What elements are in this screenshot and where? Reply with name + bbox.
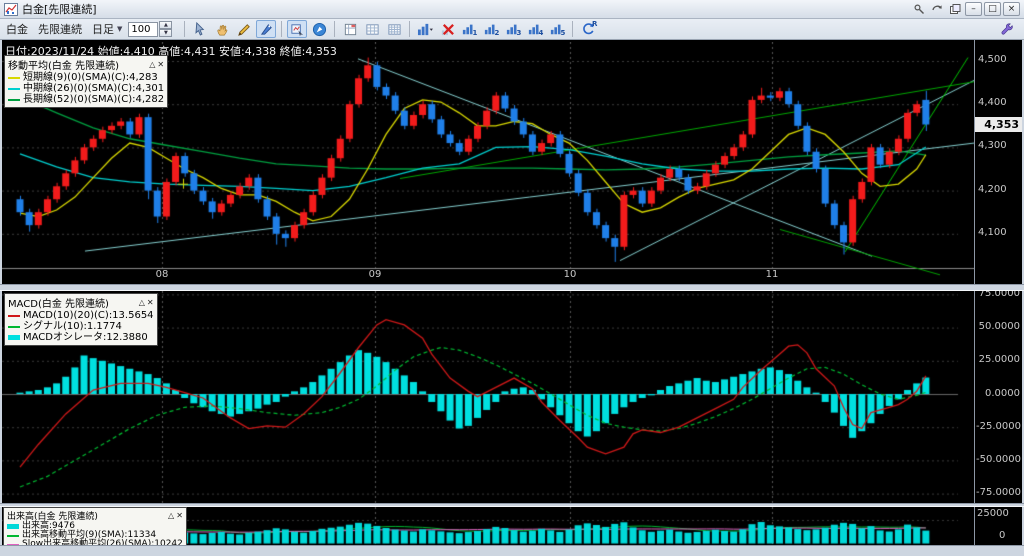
pointer-tool-button[interactable] (190, 20, 210, 38)
y-axis-label: 50.0000 (978, 321, 1020, 332)
legend-item: シグナル(10):1.1774 (8, 321, 154, 332)
window-frame-bottom (0, 545, 1024, 556)
pencil-tool-button[interactable] (234, 20, 254, 38)
refresh-button[interactable]: R (578, 20, 598, 38)
axis-separator (974, 40, 975, 545)
y-axis-label: 4,500 (978, 54, 1007, 65)
app-icon (4, 2, 18, 16)
legend-item: 長期線(52)(0)(SMA)(C):4,282 (8, 94, 164, 105)
float-window-icon[interactable] (929, 2, 945, 16)
current-price-badge: 4,353 (975, 117, 1022, 132)
x-axis-label: 09 (368, 269, 382, 280)
signal-line-swatch (8, 325, 20, 328)
pin-icon[interactable] (911, 2, 927, 16)
layout-5-button[interactable]: 5 (547, 20, 567, 38)
spinner-up-button[interactable]: ▲ (159, 21, 173, 29)
macd-legend: MACD(白金 先限連続) △ ✕ MACD(10)(20)(C):13.565… (4, 293, 158, 346)
y-axis-label: 4,400 (978, 97, 1007, 108)
macd-legend-title: MACD(白金 先限連続) (8, 299, 109, 310)
grid-button[interactable] (362, 20, 382, 38)
macd-line-swatch (8, 314, 20, 317)
legend-item: MACDオシレータ:12.3880 (8, 332, 154, 343)
panel-splitter[interactable] (0, 503, 1024, 507)
y-axis-label: -50.0000 (976, 454, 1021, 465)
settings-wrench-icon[interactable] (997, 20, 1017, 38)
pen-tool-button[interactable] (256, 20, 277, 38)
chart-type-dropdown-button[interactable] (415, 20, 435, 38)
layout-1-button[interactable]: 1 (459, 20, 479, 38)
bars-count-field: ▲ ▼ (128, 21, 173, 37)
y-axis-label: 4,100 (978, 227, 1007, 238)
y-axis-label: 4,200 (978, 184, 1007, 195)
maximize-button[interactable]: □ (984, 2, 1001, 16)
bars-count-input[interactable] (128, 21, 159, 37)
legend-item: 中期線(26)(0)(SMA)(C):4,301 (8, 83, 164, 94)
legend-close-icon[interactable]: ✕ (147, 298, 154, 307)
y-axis-label: 25000 (977, 508, 1009, 519)
spinner-down-button[interactable]: ▼ (159, 29, 173, 37)
y-axis-label: 0.0000 (985, 388, 1020, 399)
legend-close-icon[interactable]: ✕ (157, 60, 164, 69)
window-frame-left (0, 40, 2, 545)
x-axis-label: 11 (765, 269, 779, 280)
x-axis-label: 08 (155, 269, 169, 280)
layout-2-button[interactable]: 2 (481, 20, 501, 38)
legend-item: 短期線(9)(0)(SMA)(C):4,283 (8, 72, 164, 83)
legend-collapse-icon[interactable]: △ (139, 298, 145, 307)
close-button[interactable]: × (1003, 2, 1020, 16)
sma-short-swatch (8, 76, 20, 79)
toolbar: 白金 先限連続 日足▼ ▲ ▼ (0, 19, 1024, 40)
y-axis-label: 4,300 (978, 140, 1007, 151)
y-axis-label: 0 (999, 530, 1006, 541)
volume-ma9-swatch (7, 534, 19, 537)
legend-collapse-icon[interactable]: △ (168, 511, 174, 520)
legend-close-icon[interactable]: ✕ (176, 511, 183, 520)
period-dropdown[interactable]: 日足 ▼ (92, 21, 122, 37)
window-titlebar: 白金[先限連続] – □ × (0, 0, 1024, 19)
sma-mid-swatch (8, 87, 20, 90)
remove-indicator-button[interactable] (437, 20, 457, 38)
symbol-label: 白金 (6, 23, 28, 36)
new-chart-button[interactable] (340, 20, 360, 38)
volume-swatch (7, 524, 19, 529)
x-axis-label: 10 (563, 269, 577, 280)
window-title: 白金[先限連続] (22, 3, 97, 16)
app-window: 白金[先限連続] – □ × 白金 先限連続 日足▼ ▲ ▼ (0, 0, 1024, 556)
oscillator-swatch (8, 335, 20, 340)
panel-splitter[interactable] (0, 284, 1024, 291)
layout-3-button[interactable]: 3 (503, 20, 523, 38)
contract-label: 先限連続 (38, 23, 82, 36)
legend-item: MACD(10)(20)(C):13.5654 (8, 310, 154, 321)
ma-legend-title: 移動平均(白金 先限連続) (8, 61, 119, 72)
y-axis-label: -75.0000 (976, 487, 1021, 498)
chart-cursor-tool-button[interactable] (287, 20, 308, 38)
ma-legend: 移動平均(白金 先限連続) △ ✕ 短期線(9)(0)(SMA)(C):4,28… (4, 55, 169, 108)
sma-long-swatch (8, 98, 20, 101)
legend-collapse-icon[interactable]: △ (149, 60, 155, 69)
y-axis-label: 25.0000 (978, 354, 1020, 365)
minimize-button[interactable]: – (965, 2, 982, 16)
grid-dense-button[interactable] (384, 20, 404, 38)
y-axis-label: -25.0000 (976, 421, 1021, 432)
chevron-down-icon: ▼ (117, 25, 123, 33)
duplicate-window-icon[interactable] (947, 2, 963, 16)
hand-tool-button[interactable] (212, 20, 232, 38)
layout-4-button[interactable]: 4 (525, 20, 545, 38)
compass-tool-button[interactable] (309, 20, 329, 38)
